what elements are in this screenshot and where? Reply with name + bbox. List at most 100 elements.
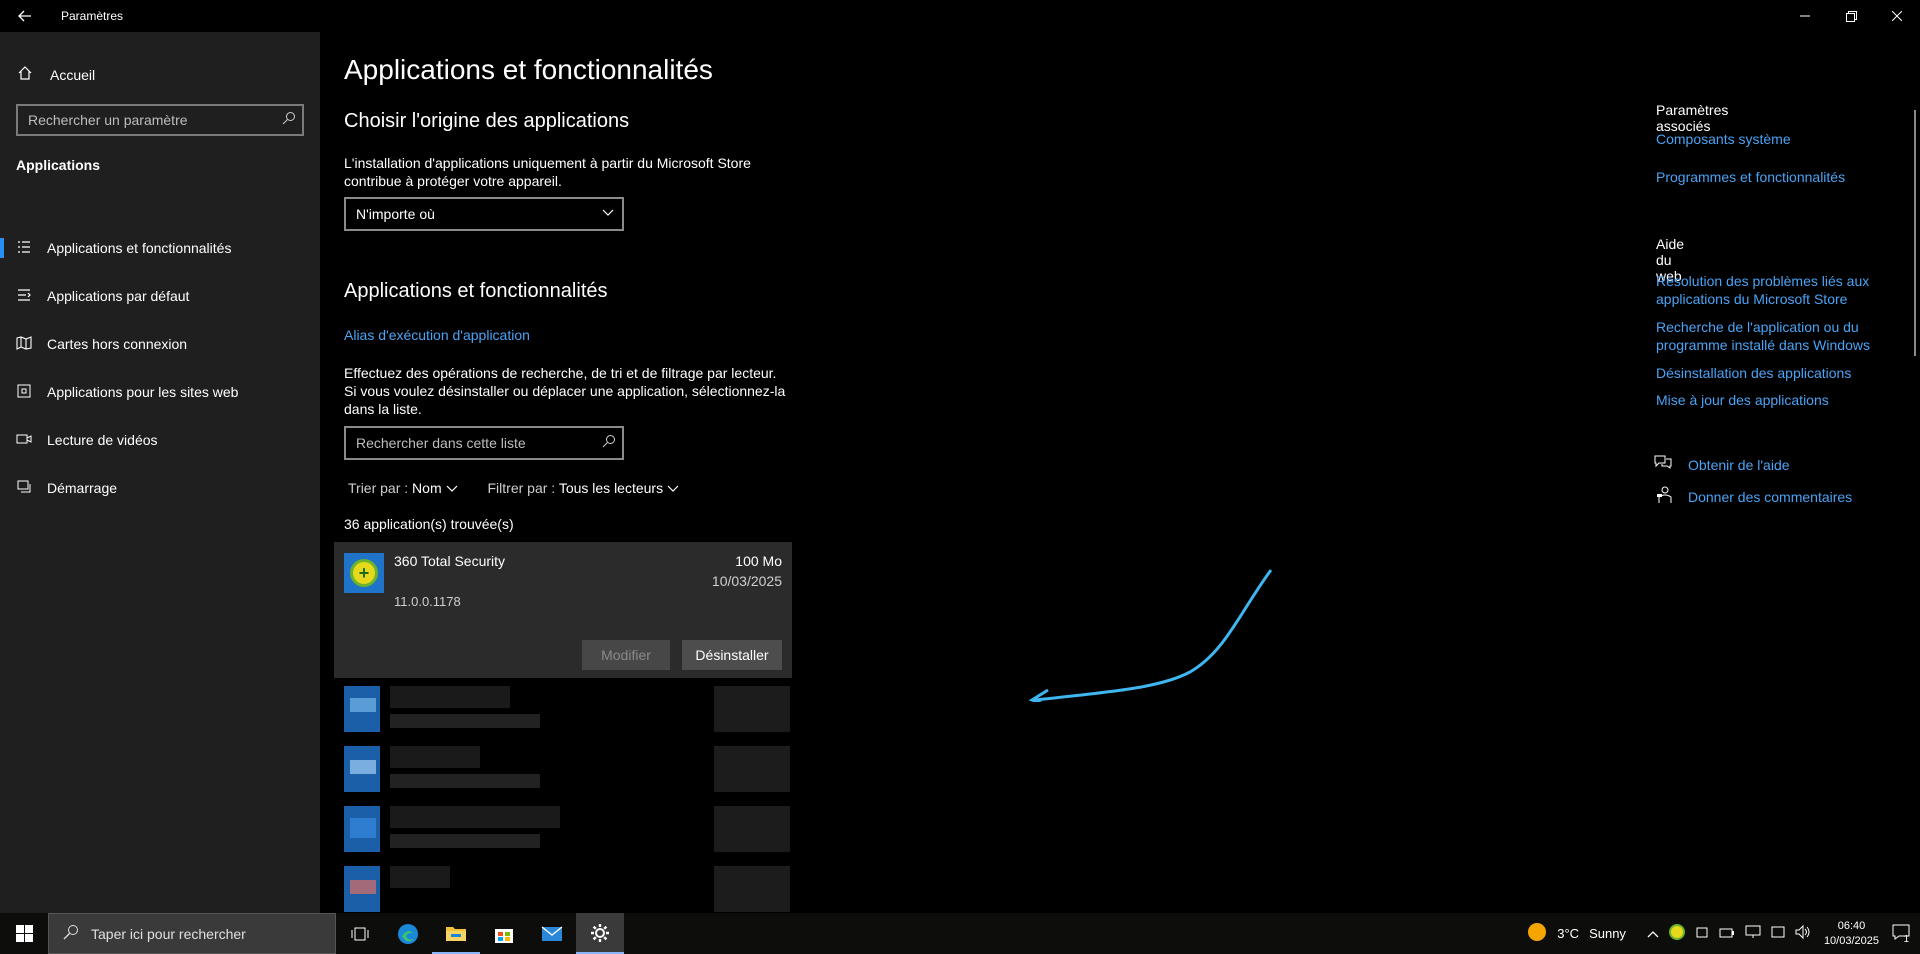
clock[interactable]: 06:40 10/03/2025 xyxy=(1824,919,1879,949)
sort-value: Nom xyxy=(412,480,442,496)
sidebar-home[interactable]: Accueil xyxy=(0,58,320,92)
volume-icon[interactable] xyxy=(1795,924,1811,942)
search-icon xyxy=(63,924,79,943)
app-list-item[interactable] xyxy=(332,746,792,792)
sidebar-item-label: Cartes hors connexion xyxy=(47,336,188,352)
modify-button[interactable]: Modifier xyxy=(582,640,670,670)
apps-description: Effectuez des opérations de recherche, d… xyxy=(344,365,786,417)
related-link-programs-features[interactable]: Programmes et fonctionnalités xyxy=(1656,168,1886,186)
scrollbar[interactable] xyxy=(1914,110,1916,356)
list-icon xyxy=(0,240,47,257)
origin-dropdown[interactable]: N'importe où xyxy=(344,197,624,231)
feedback-link[interactable]: Donner des commentaires xyxy=(1688,488,1918,506)
sidebar-item-video-playback[interactable]: Lecture de vidéos xyxy=(0,416,320,464)
input-icon[interactable] xyxy=(1771,926,1785,941)
main-content: Applications et fonctionnalités Choisir … xyxy=(320,32,1600,913)
app-version: 11.0.0.1178 xyxy=(394,594,461,609)
web-link-find-installed[interactable]: Recherche de l'application ou du program… xyxy=(1656,318,1886,354)
origin-dropdown-value: N'importe où xyxy=(356,206,435,222)
security-tray-icon[interactable] xyxy=(1668,924,1685,943)
chevron-down-icon xyxy=(446,480,458,496)
clock-time: 06:40 xyxy=(1837,919,1866,932)
sidebar-item-label: Applications par défaut xyxy=(47,288,190,304)
chevron-up-icon[interactable] xyxy=(1647,926,1659,941)
weather-temp[interactable]: 3°C xyxy=(1557,926,1579,941)
feedback-icon xyxy=(1656,486,1672,509)
sort-dropdown[interactable]: Trier par : Nom xyxy=(348,480,458,496)
search-icon xyxy=(602,434,616,451)
origin-description: L'installation d'applications uniquement… xyxy=(344,155,751,189)
meet-icon[interactable] xyxy=(1695,925,1709,942)
weather-sun-icon[interactable] xyxy=(1527,922,1547,945)
sidebar-item-offline-maps[interactable]: Cartes hors connexion xyxy=(0,320,320,368)
app-name: 360 Total Security xyxy=(394,553,506,569)
web-link-store-troubleshoot[interactable]: Résolution des problèmes liés aux applic… xyxy=(1656,272,1886,308)
filter-label: Filtrer par : xyxy=(487,480,556,496)
app-360-icon: + xyxy=(344,553,384,593)
alias-link[interactable]: Alias d'exécution d'application xyxy=(344,326,530,344)
web-link-update[interactable]: Mise à jour des applications xyxy=(1656,391,1886,409)
edge-browser-icon[interactable] xyxy=(384,913,432,954)
sidebar-nav: Applications et fonctionnalités Applicat… xyxy=(0,224,320,512)
home-icon xyxy=(0,65,50,86)
app-count: 36 application(s) trouvée(s) xyxy=(344,516,514,532)
help-chat-icon xyxy=(1654,454,1672,475)
restore-button[interactable] xyxy=(1828,0,1874,32)
system-tray: 3°C Sunny 06:40 10/03/2025 1 xyxy=(1522,913,1920,954)
app-list-search-input[interactable] xyxy=(346,428,622,458)
close-button[interactable] xyxy=(1874,0,1920,32)
task-view-icon[interactable] xyxy=(336,913,384,954)
page-title: Applications et fonctionnalités xyxy=(344,54,713,85)
chevron-down-icon xyxy=(602,206,614,220)
map-icon xyxy=(0,335,47,353)
start-button[interactable] xyxy=(0,913,48,954)
mail-icon[interactable] xyxy=(528,913,576,954)
store-icon[interactable] xyxy=(480,913,528,954)
settings-search[interactable] xyxy=(16,104,304,136)
annotation-arrow xyxy=(1028,569,1273,702)
sidebar-item-label: Lecture de vidéos xyxy=(47,432,158,448)
web-app-icon xyxy=(0,384,47,401)
network-icon[interactable] xyxy=(1745,925,1761,942)
startup-icon xyxy=(0,480,47,497)
sort-filter-bar: Trier par : Nom Filtrer par : Tous les l… xyxy=(348,480,679,496)
web-link-uninstall[interactable]: Désinstallation des applications xyxy=(1656,364,1886,382)
taskbar-search[interactable]: Taper ici pour rechercher xyxy=(48,913,336,954)
weather-text[interactable]: Sunny xyxy=(1589,926,1626,941)
battery-icon[interactable] xyxy=(1719,926,1735,941)
settings-icon[interactable] xyxy=(576,913,624,954)
minimize-button[interactable] xyxy=(1782,0,1828,32)
sidebar-item-label: Applications pour les sites web xyxy=(47,384,239,400)
home-label: Accueil xyxy=(50,67,96,83)
sidebar-item-web-apps[interactable]: Applications pour les sites web xyxy=(0,368,320,416)
taskbar: Taper ici pour rechercher 3°C Sunny 06:4… xyxy=(0,913,1920,954)
app-list-item[interactable] xyxy=(332,686,792,732)
section-title: Applications xyxy=(16,157,101,173)
app-list-search[interactable] xyxy=(344,426,624,460)
uninstall-button[interactable]: Désinstaller xyxy=(682,640,782,670)
clock-date: 10/03/2025 xyxy=(1823,934,1879,947)
sidebar: Accueil Applications Applications et fon… xyxy=(0,32,320,913)
app-list-item[interactable] xyxy=(332,866,792,912)
sidebar-item-startup[interactable]: Démarrage xyxy=(0,464,320,512)
apps-heading: Applications et fonctionnalités xyxy=(344,280,608,302)
video-icon xyxy=(0,432,47,448)
notification-icon[interactable]: 1 xyxy=(1892,924,1910,945)
back-arrow-icon[interactable] xyxy=(10,2,40,30)
app-list-item-selected[interactable]: + 360 Total Security 11.0.0.1178 100 Mo … xyxy=(334,542,792,678)
app-list-item[interactable] xyxy=(332,806,792,852)
default-apps-icon xyxy=(0,288,47,305)
window-title: Paramètres xyxy=(61,9,124,23)
sidebar-item-default-apps[interactable]: Applications par défaut xyxy=(0,272,320,320)
title-bar: Paramètres xyxy=(0,0,1920,32)
related-link-system-components[interactable]: Composants système xyxy=(1656,130,1886,148)
file-explorer-icon[interactable] xyxy=(432,913,480,954)
chevron-down-icon xyxy=(667,480,679,496)
settings-search-input[interactable] xyxy=(18,106,302,134)
search-icon xyxy=(282,111,296,128)
sidebar-item-label: Applications et fonctionnalités xyxy=(47,240,232,256)
get-help-link[interactable]: Obtenir de l'aide xyxy=(1688,456,1918,474)
filter-dropdown[interactable]: Filtrer par : Tous les lecteurs xyxy=(488,480,680,496)
sidebar-item-apps-features[interactable]: Applications et fonctionnalités xyxy=(0,224,320,272)
filter-value: Tous les lecteurs xyxy=(558,480,664,496)
